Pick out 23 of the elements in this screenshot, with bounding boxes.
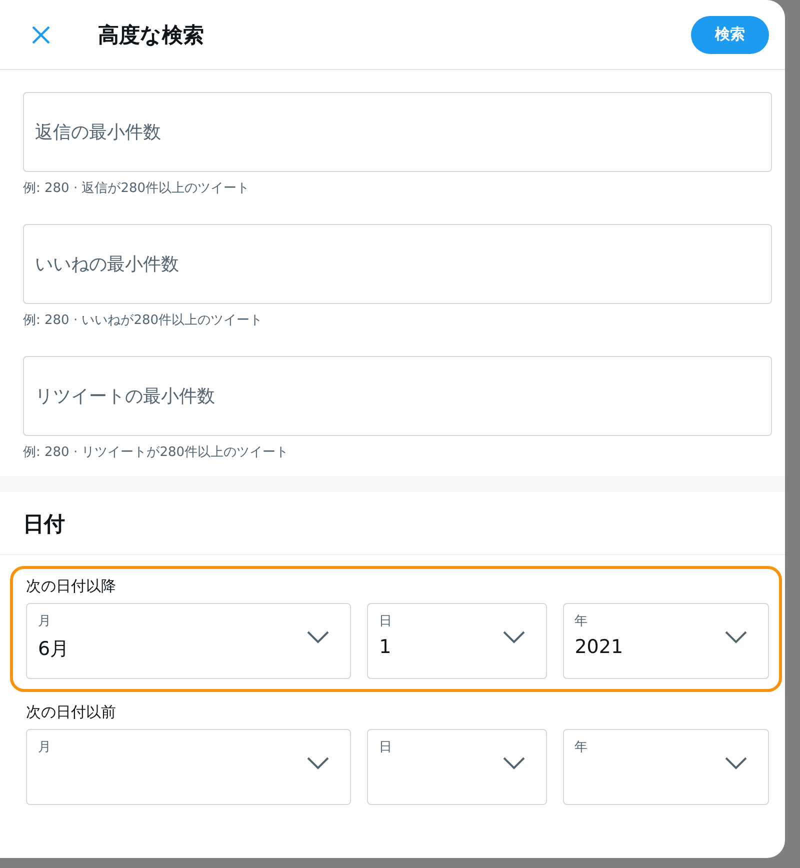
hint-text: 例: 280 · 返信が280件以上のツイート bbox=[23, 180, 251, 197]
chevron-down-icon bbox=[502, 756, 526, 770]
input-field[interactable]: いいねの最小件数 bbox=[23, 224, 772, 304]
hint-text: 例: 280 · いいねが280件以上のツイート bbox=[23, 312, 264, 329]
chevron-down-icon bbox=[724, 630, 748, 644]
date-select[interactable]: 日 bbox=[367, 729, 547, 805]
hint-text: 例: 280 · リツイートが280件以上のツイート bbox=[23, 444, 290, 461]
section-title: 日付 bbox=[22, 511, 66, 538]
input-field[interactable]: 返信の最小件数 bbox=[23, 92, 772, 172]
range-label: 次の日付以前 bbox=[26, 703, 117, 722]
chevron-down-icon bbox=[306, 756, 330, 770]
date-select[interactable]: 年 2021 bbox=[562, 603, 769, 679]
date-select[interactable]: 日 1 bbox=[367, 603, 547, 679]
chevron-down-icon bbox=[306, 630, 330, 644]
range-label: 次の日付以降 bbox=[26, 577, 117, 596]
dialog-title: 高度な検索 bbox=[98, 22, 205, 48]
chevron-down-icon bbox=[502, 630, 526, 644]
date-select[interactable]: 月 bbox=[26, 729, 352, 805]
date-select[interactable]: 月 6月 bbox=[26, 603, 352, 679]
input-field[interactable]: リツイートの最小件数 bbox=[23, 356, 772, 436]
chevron-down-icon bbox=[724, 756, 748, 770]
date-select[interactable]: 年 bbox=[562, 729, 769, 805]
close-icon[interactable] bbox=[31, 24, 51, 44]
